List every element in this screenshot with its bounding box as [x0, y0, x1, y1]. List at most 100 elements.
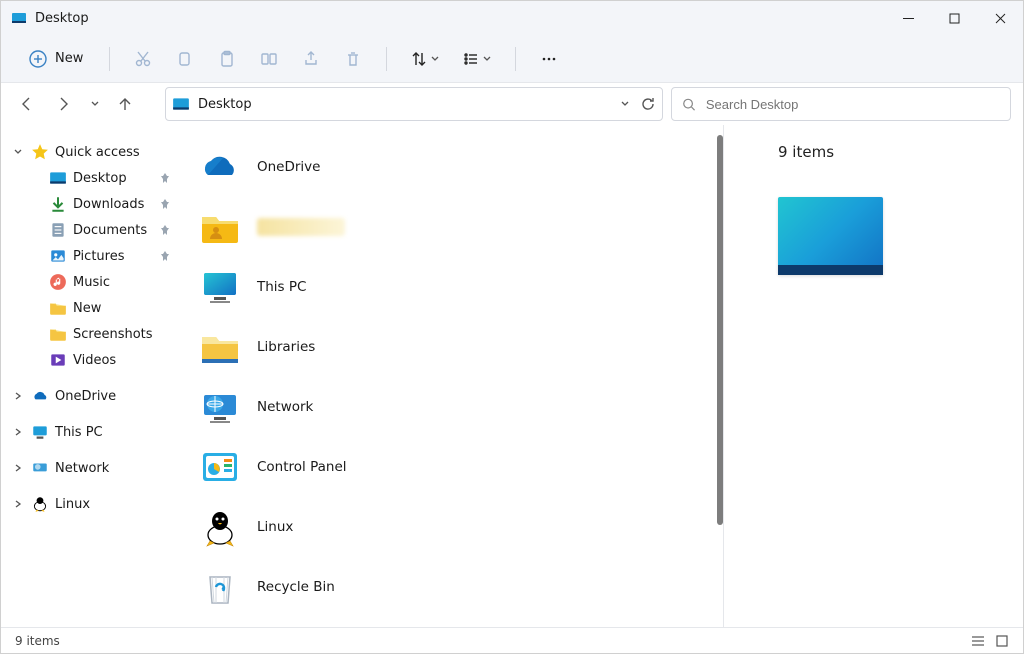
file-item-network[interactable]: Network — [197, 377, 719, 437]
details-count: 9 items — [748, 143, 999, 161]
back-button[interactable] — [13, 90, 41, 118]
network-icon — [31, 459, 49, 477]
sidebar-item-music[interactable]: Music — [25, 269, 175, 295]
file-item-linux[interactable]: Linux — [197, 497, 719, 557]
separator — [109, 47, 110, 71]
new-button-label: New — [55, 51, 83, 66]
network-icon — [197, 384, 243, 430]
file-item-this-pc[interactable]: This PC — [197, 257, 719, 317]
nav-row: Desktop — [1, 83, 1023, 125]
address-bar[interactable]: Desktop — [165, 87, 663, 121]
document-icon — [49, 221, 67, 239]
folder-icon — [49, 325, 67, 343]
view-details-button[interactable] — [971, 634, 985, 648]
separator — [386, 47, 387, 71]
file-label: Linux — [257, 519, 293, 535]
address-location: Desktop — [198, 97, 252, 112]
file-item-control-panel[interactable]: Control Panel — [197, 437, 719, 497]
linux-icon — [197, 504, 243, 550]
user-folder-icon — [197, 204, 243, 250]
up-button[interactable] — [111, 90, 139, 118]
linux-icon — [31, 495, 49, 513]
sidebar-item-desktop[interactable]: Desktop — [25, 165, 175, 191]
minimize-button[interactable] — [885, 1, 931, 35]
titlebar: Desktop — [1, 1, 1023, 35]
file-label: Recycle Bin — [257, 579, 335, 595]
delete-button[interactable] — [334, 41, 372, 77]
sidebar-item-label: Documents — [73, 223, 147, 238]
close-button[interactable] — [977, 1, 1023, 35]
folder-icon — [49, 299, 67, 317]
details-pane: 9 items — [723, 125, 1023, 627]
maximize-button[interactable] — [931, 1, 977, 35]
pictures-icon — [49, 247, 67, 265]
search-input[interactable] — [706, 97, 1000, 112]
sidebar-linux[interactable]: Linux — [7, 491, 175, 517]
sidebar-onedrive[interactable]: OneDrive — [7, 383, 175, 409]
sidebar-item-label: Linux — [55, 497, 90, 512]
new-button[interactable]: New — [17, 44, 95, 74]
control-panel-icon — [197, 444, 243, 490]
file-label: Network — [257, 399, 313, 415]
sidebar-item-documents[interactable]: Documents — [25, 217, 175, 243]
pin-icon — [159, 198, 171, 210]
recycle-bin-icon — [197, 564, 243, 610]
sidebar-item-label: Downloads — [73, 197, 144, 212]
view-large-icons-button[interactable] — [995, 634, 1009, 648]
scrollbar[interactable] — [717, 135, 723, 525]
window-icon — [11, 10, 27, 26]
onedrive-icon — [31, 387, 49, 405]
refresh-button[interactable] — [640, 96, 656, 112]
sidebar-item-label: Videos — [73, 353, 116, 368]
details-thumbnail — [778, 197, 883, 275]
sidebar-item-label: New — [73, 301, 101, 316]
sidebar-quick-access[interactable]: Quick access — [7, 139, 175, 165]
file-label-blurred — [257, 218, 345, 236]
sidebar-item-screenshots[interactable]: Screenshots — [25, 321, 175, 347]
sidebar-item-label: Quick access — [55, 145, 140, 160]
desktop-icon — [49, 169, 67, 187]
toolbar: New — [1, 35, 1023, 83]
file-item-recycle-bin[interactable]: Recycle Bin — [197, 557, 719, 617]
star-icon — [31, 143, 49, 161]
sidebar-item-label: Music — [73, 275, 110, 290]
cut-button[interactable] — [124, 41, 162, 77]
more-button[interactable] — [530, 41, 568, 77]
libraries-icon — [197, 324, 243, 370]
view-button[interactable] — [453, 41, 501, 77]
sidebar-item-label: Pictures — [73, 249, 124, 264]
window-title: Desktop — [35, 11, 89, 26]
search-icon — [682, 97, 696, 112]
file-item-libraries[interactable]: Libraries — [197, 317, 719, 377]
file-label: OneDrive — [257, 159, 320, 175]
file-item-user-folder[interactable] — [197, 197, 719, 257]
file-list: OneDrive This PC Libraries Network Contr… — [181, 125, 723, 627]
sidebar-item-label: OneDrive — [55, 389, 116, 404]
sidebar-network[interactable]: Network — [7, 455, 175, 481]
recent-dropdown[interactable] — [85, 90, 103, 118]
search-bar[interactable] — [671, 87, 1011, 121]
rename-button[interactable] — [250, 41, 288, 77]
forward-button[interactable] — [49, 90, 77, 118]
sidebar-item-pictures[interactable]: Pictures — [25, 243, 175, 269]
pin-icon — [159, 172, 171, 184]
navigation-pane: Quick access Desktop Downloads Documents — [1, 125, 181, 627]
share-button[interactable] — [292, 41, 330, 77]
file-label: Control Panel — [257, 459, 347, 475]
pin-icon — [159, 250, 171, 262]
sidebar-item-downloads[interactable]: Downloads — [25, 191, 175, 217]
sidebar-item-new[interactable]: New — [25, 295, 175, 321]
file-item-onedrive[interactable]: OneDrive — [197, 137, 719, 197]
address-dropdown[interactable] — [618, 99, 630, 109]
this-pc-icon — [197, 264, 243, 310]
copy-button[interactable] — [166, 41, 204, 77]
status-item-count: 9 items — [15, 634, 60, 648]
paste-button[interactable] — [208, 41, 246, 77]
video-icon — [49, 351, 67, 369]
separator — [515, 47, 516, 71]
sidebar-item-videos[interactable]: Videos — [25, 347, 175, 373]
this-pc-icon — [31, 423, 49, 441]
sidebar-item-label: Screenshots — [73, 327, 153, 342]
sort-button[interactable] — [401, 41, 449, 77]
sidebar-this-pc[interactable]: This PC — [7, 419, 175, 445]
